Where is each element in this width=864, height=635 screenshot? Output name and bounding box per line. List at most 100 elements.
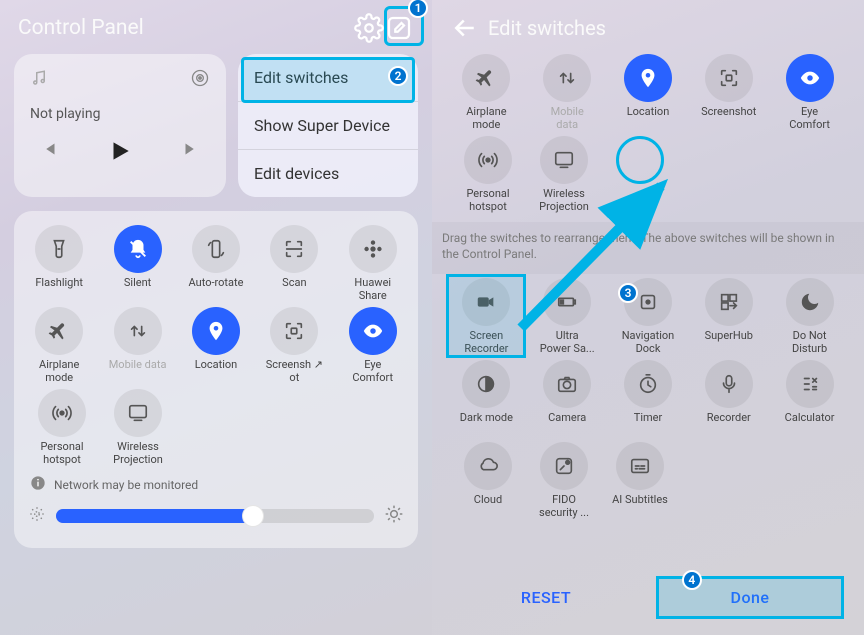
switch-do-not-disturb[interactable]: Do Not Disturb <box>772 278 848 356</box>
mobile-data-icon <box>114 307 162 355</box>
step-badge-1: 1 <box>408 0 428 18</box>
switch-personal-hotspot[interactable]: Personal hotspot <box>450 136 526 214</box>
switch-label: Camera <box>548 412 586 438</box>
location-icon <box>624 54 672 102</box>
rotate-icon <box>192 225 240 273</box>
switch-label: Airplane mode <box>39 359 79 385</box>
switch-auto-rotate[interactable]: Auto-rotate <box>178 225 254 303</box>
edit-icon[interactable] <box>384 13 414 43</box>
switch-ai-subtitles[interactable]: AI Subtitles <box>602 442 678 520</box>
menu-show-super-device[interactable]: Show Super Device <box>238 101 418 149</box>
page-title: Control Panel <box>18 16 354 40</box>
switch-screen-recorder[interactable]: Screen Recorder <box>448 278 524 356</box>
switch-wireless-projection[interactable]: Wireless Projection <box>100 389 176 467</box>
back-icon[interactable] <box>450 13 480 43</box>
switch-label: Eye Comfort <box>352 359 393 385</box>
step-badge-2: 2 <box>388 66 408 86</box>
switch-label: Screenshot <box>701 106 756 132</box>
switch-timer[interactable]: Timer <box>610 360 686 438</box>
switch-label: Timer <box>634 412 662 438</box>
brightness-slider[interactable] <box>56 509 374 523</box>
switch-label: FIDO security ... <box>539 494 589 520</box>
empty-slot <box>616 136 664 184</box>
switch-empty <box>602 136 678 214</box>
switch-mobile-data[interactable]: Mobile data <box>529 54 605 132</box>
switch-flashlight[interactable]: Flashlight <box>21 225 97 303</box>
fido-icon <box>540 442 588 490</box>
page-title: Edit switches <box>488 16 606 40</box>
switch-huawei-share[interactable]: Huawei Share <box>335 225 411 303</box>
done-label: Done <box>731 588 770 607</box>
switch-camera[interactable]: Camera <box>529 360 605 438</box>
switch-screenshot[interactable]: Screenshot <box>691 54 767 132</box>
timer-icon <box>624 360 672 408</box>
switch-cloud[interactable]: Cloud <box>450 442 526 520</box>
switch-label: Airplane mode <box>466 106 506 132</box>
switch-dark-mode[interactable]: Dark mode <box>448 360 524 438</box>
switch-recorder[interactable]: Recorder <box>691 360 767 438</box>
cast-icon <box>540 136 588 184</box>
switch-wireless-projection[interactable]: Wireless Projection <box>526 136 602 214</box>
switch-label: Personal hotspot <box>466 188 509 214</box>
brightness-low-icon <box>28 505 46 527</box>
step-badge-3: 3 <box>618 283 638 303</box>
switch-label: Cloud <box>474 494 502 520</box>
flashlight-icon <box>35 225 83 273</box>
audio-output-icon[interactable] <box>190 68 210 92</box>
switch-location[interactable]: Location <box>610 54 686 132</box>
step-badge-4: 4 <box>682 570 702 590</box>
menu-edit-devices[interactable]: Edit devices <box>238 149 418 197</box>
switch-ultra-power-sa-[interactable]: Ultra Power Sa... <box>529 278 605 356</box>
edit-menu: 2 Edit switches Show Super Device Edit d… <box>238 54 418 197</box>
plane-icon <box>462 54 510 102</box>
switch-location[interactable]: Location <box>178 307 254 385</box>
switch-label: Wireless Projection <box>113 441 163 467</box>
switch-label: Location <box>627 106 670 132</box>
switch-eye-comfort[interactable]: Eye Comfort <box>772 54 848 132</box>
switch-silent[interactable]: Silent <box>100 225 176 303</box>
moon-icon <box>786 278 834 326</box>
camera-icon <box>543 360 591 408</box>
network-note: Network may be monitored <box>54 478 198 492</box>
reset-button[interactable]: RESET <box>456 578 636 617</box>
switch-label: Location <box>195 359 238 385</box>
switch-mobile-data[interactable]: Mobile data <box>100 307 176 385</box>
switch-airplane-mode[interactable]: Airplane mode <box>21 307 97 385</box>
screenshot-icon <box>705 54 753 102</box>
switch-label: Dark mode <box>460 412 513 438</box>
cast-icon <box>114 389 162 437</box>
switch-label: Auto-rotate <box>189 277 244 303</box>
next-icon[interactable] <box>180 138 202 168</box>
calc-icon <box>786 360 834 408</box>
drag-hint: Drag the switches to rearrange them. The… <box>432 222 864 274</box>
switch-superhub[interactable]: SuperHub <box>691 278 767 356</box>
switch-label: Calculator <box>785 412 835 438</box>
switch-scan[interactable]: Scan <box>256 225 332 303</box>
switch-label: Do Not Disturb <box>792 330 827 356</box>
battery-low-icon <box>543 278 591 326</box>
switch-label: Personal hotspot <box>40 441 83 467</box>
switch-personal-hotspot[interactable]: Personal hotspot <box>24 389 100 467</box>
plane-icon <box>35 307 83 355</box>
mic-icon <box>705 360 753 408</box>
prev-icon[interactable] <box>38 138 60 168</box>
switch-screensh-ot[interactable]: Screensh ↗ ot <box>256 307 332 385</box>
settings-icon[interactable] <box>354 13 384 43</box>
done-button[interactable]: Done 4 <box>660 578 840 617</box>
switch-label: Recorder <box>707 412 751 438</box>
location-icon <box>192 307 240 355</box>
cloud-icon <box>464 442 512 490</box>
switch-airplane-mode[interactable]: Airplane mode <box>448 54 524 132</box>
switch-label: SuperHub <box>705 330 753 356</box>
switch-eye-comfort[interactable]: Eye Comfort <box>335 307 411 385</box>
switch-label: AI Subtitles <box>612 494 668 520</box>
switch-label: Mobile data <box>109 359 167 385</box>
cam-rec-icon <box>462 278 510 326</box>
media-card[interactable]: Not playing <box>14 54 226 197</box>
eye-icon <box>349 307 397 355</box>
play-icon[interactable] <box>107 138 133 168</box>
switch-label: Mobile data <box>551 106 584 132</box>
switch-calculator[interactable]: Calculator <box>772 360 848 438</box>
switch-fido-security-[interactable]: FIDO security ... <box>526 442 602 520</box>
switch-label: Wireless Projection <box>539 188 589 214</box>
